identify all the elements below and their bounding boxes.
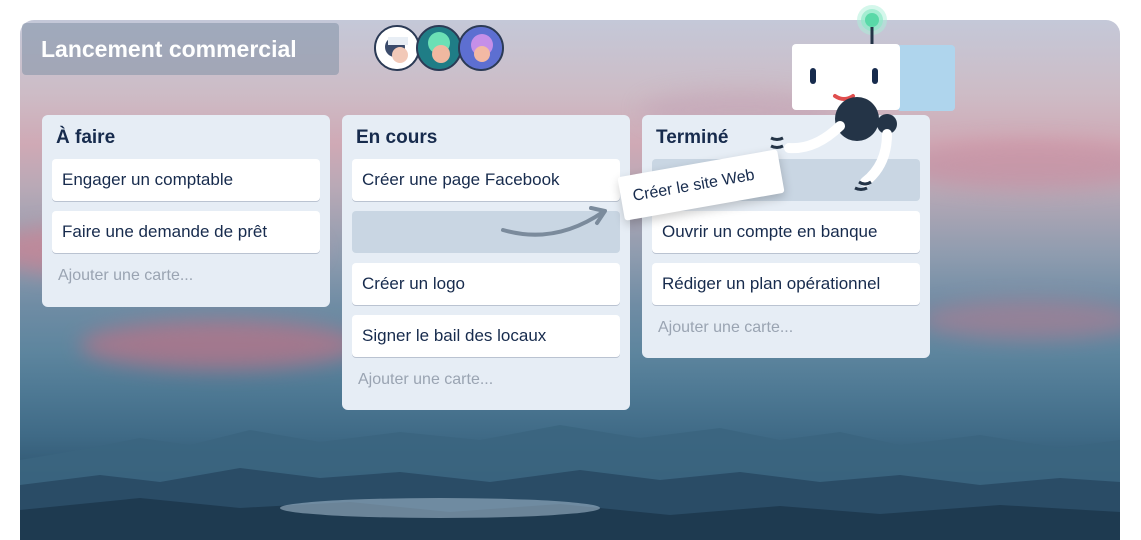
avatar-2-icon <box>418 27 460 69</box>
avatar-1-icon <box>376 27 418 69</box>
robot-mascot-icon <box>770 5 955 191</box>
list-title[interactable]: En cours <box>352 125 620 159</box>
card[interactable]: Engager un comptable <box>52 159 320 201</box>
list-in-progress: En cours Créer une page Facebook Créer u… <box>342 115 630 410</box>
arrow-icon <box>501 206 607 237</box>
avatar[interactable] <box>416 25 462 71</box>
avatar-3-icon <box>460 27 502 69</box>
add-card-button[interactable]: Ajouter une carte... <box>658 319 793 337</box>
board-title[interactable]: Lancement commercial <box>22 23 339 75</box>
list-todo: À faire Engager un comptable Faire une d… <box>42 115 330 307</box>
add-card-button[interactable]: Ajouter une carte... <box>58 267 193 285</box>
card[interactable]: Signer le bail des locaux <box>352 315 620 357</box>
add-card-button[interactable]: Ajouter une carte... <box>358 371 493 389</box>
card[interactable]: Créer un logo <box>352 263 620 305</box>
card[interactable]: Créer une page Facebook <box>352 159 620 201</box>
avatar[interactable] <box>374 25 420 71</box>
card[interactable]: Ouvrir un compte en banque <box>652 211 920 253</box>
avatar[interactable] <box>458 25 504 71</box>
list-title[interactable]: À faire <box>52 125 320 159</box>
card[interactable]: Faire une demande de prêt <box>52 211 320 253</box>
card[interactable]: Rédiger un plan opérationnel <box>652 263 920 305</box>
